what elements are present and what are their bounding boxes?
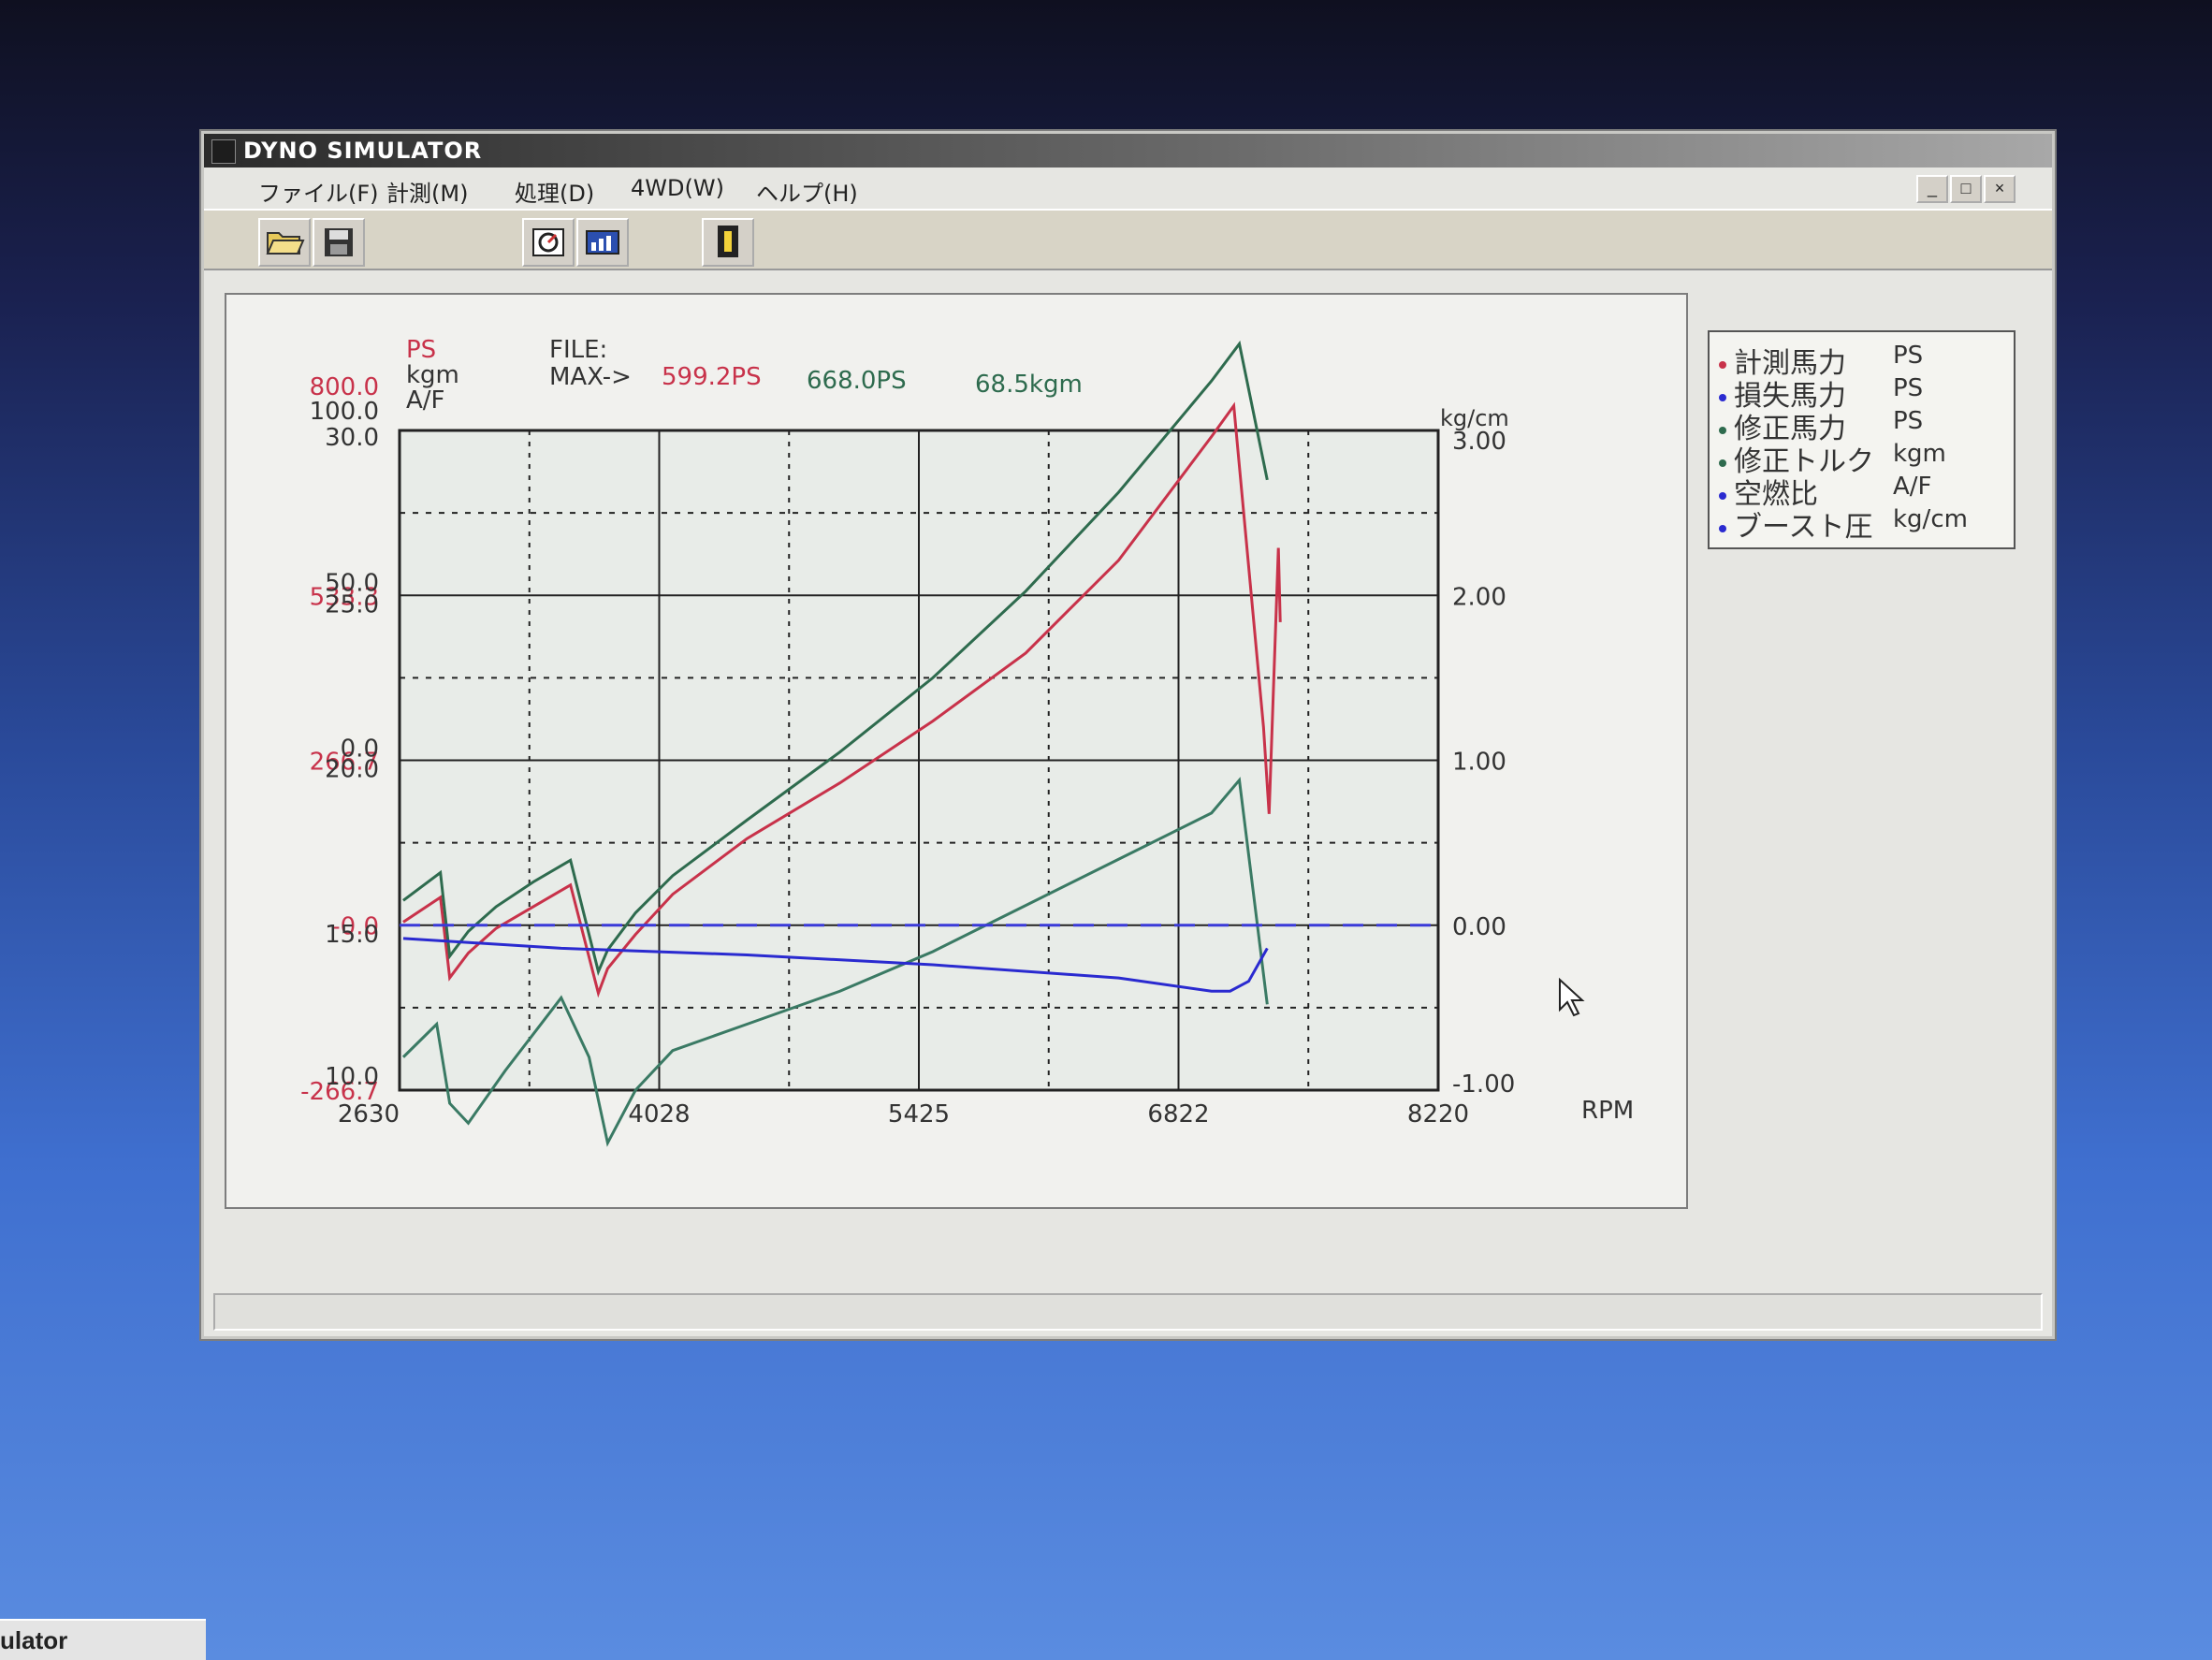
toolbar: [204, 209, 2052, 270]
kgm-header: kgm: [406, 361, 459, 389]
legend-dot-icon: [1719, 360, 1726, 369]
maximize-button[interactable]: □: [1950, 175, 1982, 203]
rpm-tick-label: 2630: [338, 1100, 400, 1129]
legend-dot-icon: [1719, 393, 1726, 401]
rpm-axis-label: RPM: [1581, 1097, 1634, 1125]
save-disk-icon: [325, 228, 353, 256]
window-title: DYNO SIMULATOR: [243, 138, 483, 164]
legend-dot-icon: [1719, 426, 1726, 434]
af-tick-label: 25.0: [325, 590, 379, 619]
af-tick-label: 15.0: [325, 921, 379, 949]
save-button[interactable]: [313, 218, 365, 267]
legend-item: 空燃比 A/F: [1719, 471, 1932, 511]
close-button[interactable]: ×: [1984, 175, 2016, 203]
graph-icon: [586, 230, 619, 255]
menu-help[interactable]: ヘルプ(H): [756, 175, 858, 208]
open-folder-button[interactable]: [258, 218, 311, 267]
app-icon: [211, 139, 236, 164]
af-tick-label: 20.0: [325, 756, 379, 784]
legend-unit: kgm: [1893, 440, 1946, 468]
open-folder-icon: [266, 232, 305, 255]
menu-measure[interactable]: 計測(M): [386, 175, 468, 208]
legend-dot-icon: [1719, 491, 1726, 500]
max-ps-measured: 599.2PS: [662, 363, 762, 391]
kgm-tick-label: 100.0: [310, 398, 379, 426]
rpm-tick-label: 8220: [1407, 1100, 1469, 1129]
legend-unit: A/F: [1893, 473, 1932, 501]
menu-4wd[interactable]: 4WD(W): [631, 175, 724, 201]
legend-unit: PS: [1893, 342, 1924, 370]
rpm-tick-label: 6822: [1147, 1100, 1209, 1129]
file-label: FILE:: [549, 336, 607, 364]
chart-grid: [398, 429, 1440, 1092]
max-torque: 68.5kgm: [975, 371, 1083, 399]
dyno-chart: PS kgm A/F FILE: MAX-> 599.2PS 668.0PS 6…: [300, 336, 1634, 1147]
dyno-graph-panel: PS kgm A/F FILE: MAX-> 599.2PS 668.0PS 6…: [225, 293, 1688, 1209]
info-icon: [718, 226, 738, 257]
boost-tick-label: 1.00: [1452, 749, 1506, 777]
menu-file[interactable]: ファイル(F): [258, 175, 379, 208]
boost-tick-label: 0.00: [1452, 913, 1506, 941]
legend-box: 計測馬力 PS 損失馬力 PS 修正馬力 PS 修正トルク kgm 空燃比 A/F ブースト圧 kg/…: [1708, 330, 2016, 549]
taskbar-label: ulator: [0, 1626, 68, 1654]
rpm-tick-label: 5425: [888, 1100, 950, 1129]
legend-item: 修正馬力 PS: [1719, 405, 1923, 445]
mouse-cursor-icon: [1559, 977, 1585, 1017]
title-bar[interactable]: DYNO SIMULATOR: [204, 134, 2052, 167]
measure-icon: [532, 228, 564, 256]
legend-unit: kg/cm: [1893, 505, 1968, 533]
ps-header: PS: [406, 336, 436, 364]
rpm-tick-label: 4028: [628, 1100, 690, 1129]
boost-tick-label: 3.00: [1452, 428, 1506, 456]
legend-dot-icon: [1719, 459, 1726, 467]
status-bar: [213, 1293, 2043, 1331]
legend-dot-icon: [1719, 524, 1726, 532]
legend-name: ブースト圧: [1734, 511, 1873, 544]
legend-item: ブースト圧 kg/cm: [1719, 503, 1968, 544]
boost-tick-label: -1.00: [1452, 1070, 1515, 1099]
info-button[interactable]: [702, 218, 754, 267]
max-label: MAX->: [549, 363, 632, 391]
taskbar-button[interactable]: ulator: [0, 1619, 206, 1660]
legend-unit: PS: [1893, 407, 1924, 435]
legend-item: 修正トルク kgm: [1719, 438, 1946, 478]
af-tick-label: 30.0: [325, 424, 379, 452]
af-tick-label: 10.0: [325, 1063, 379, 1091]
legend-item: 計測馬力 PS: [1719, 340, 1923, 380]
af-header: A/F: [406, 386, 445, 415]
boost-tick-label: 2.00: [1452, 583, 1506, 611]
menu-process[interactable]: 処理(D): [515, 175, 594, 208]
legend-item: 損失馬力 PS: [1719, 372, 1923, 413]
max-ps-corrected: 668.0PS: [807, 367, 907, 395]
app-window: DYNO SIMULATOR _ □ × ファイル(F) 計測(M) 処理(D)…: [201, 131, 2055, 1339]
menu-bar: ファイル(F) 計測(M) 処理(D) 4WD(W) ヘルプ(H): [204, 171, 1940, 208]
measure-button[interactable]: [522, 218, 575, 267]
graph-button[interactable]: [576, 218, 629, 267]
legend-unit: PS: [1893, 374, 1924, 402]
